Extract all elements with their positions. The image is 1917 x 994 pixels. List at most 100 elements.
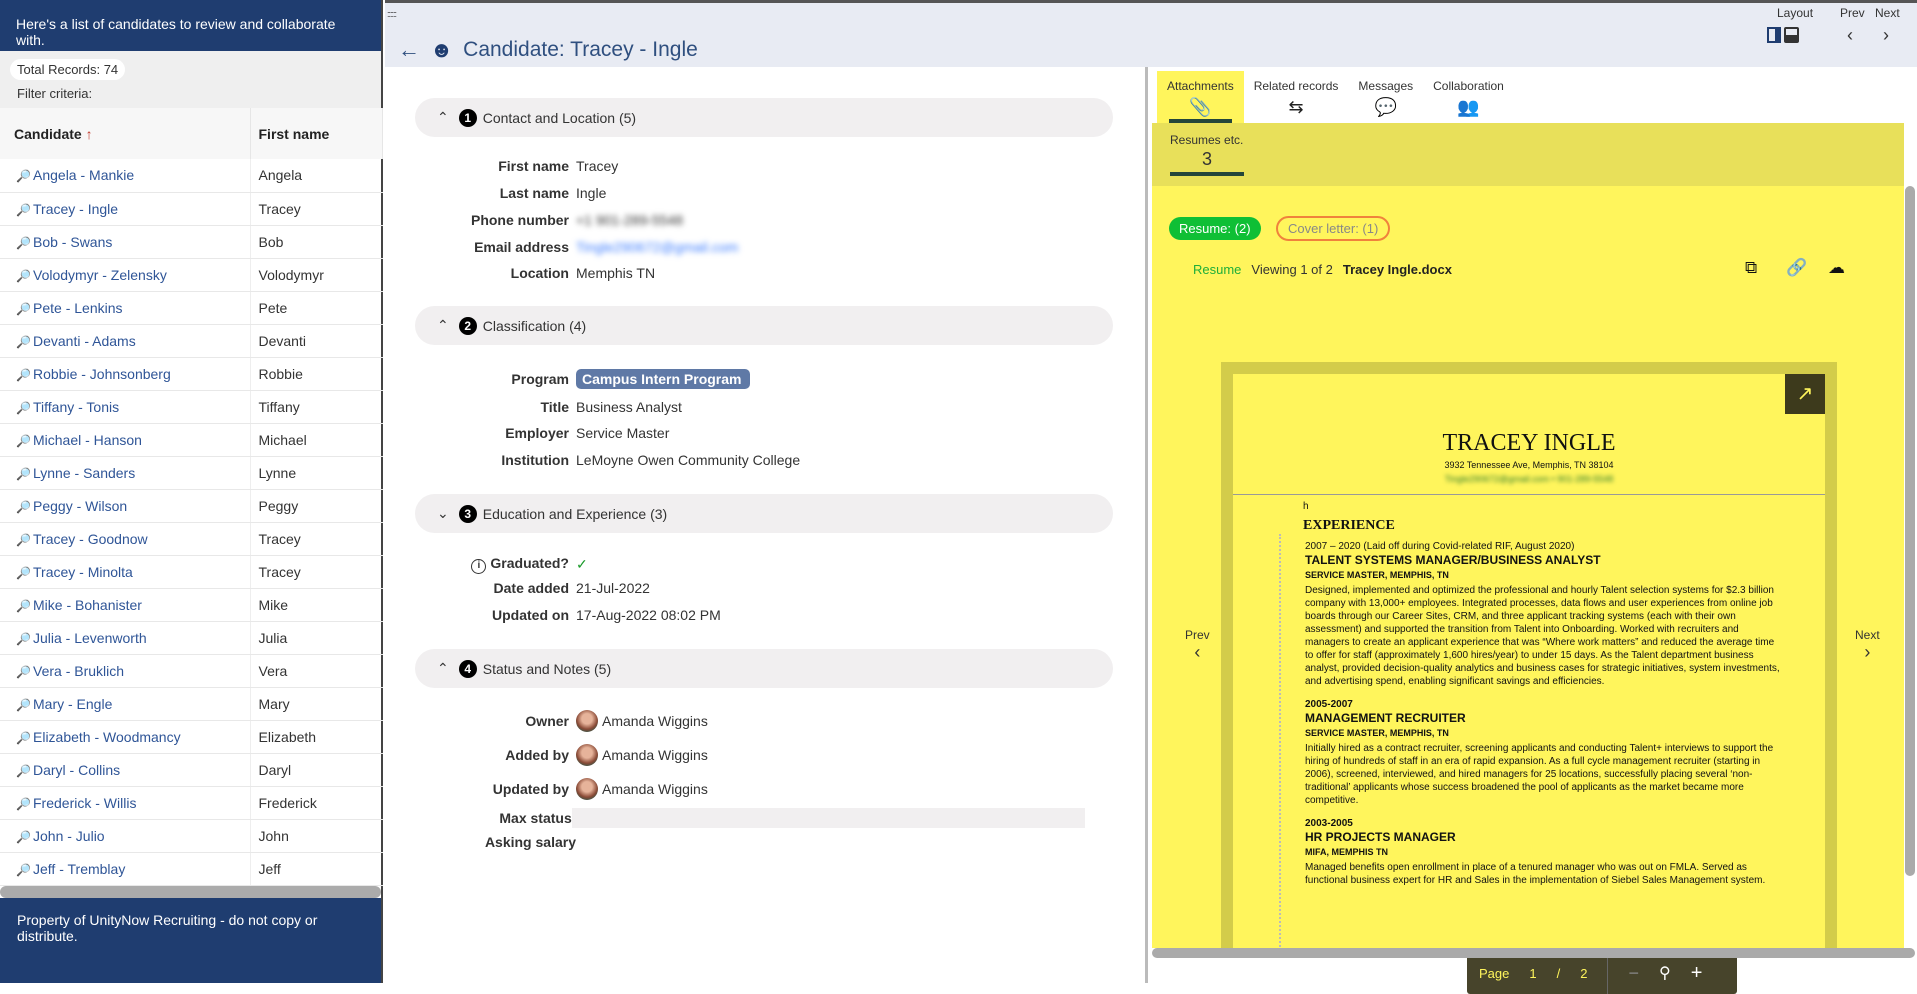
tab-attachments[interactable]: Attachments 📎 (1157, 71, 1244, 123)
table-row[interactable]: 🔎 Tracey - Minolta Tracey (0, 555, 383, 589)
tab-related-records[interactable]: Related records ⇆ (1244, 71, 1349, 123)
table-row[interactable]: 🔎 Mike - Bohanister Mike (0, 588, 383, 622)
tab-messages[interactable]: Messages 💬 (1348, 71, 1423, 123)
candidate-link[interactable]: 🔎 Tracey - Ingle (0, 192, 251, 226)
table-row[interactable]: 🔎 Jeff - Tremblay Jeff (0, 852, 383, 886)
candidate-link[interactable]: 🔎 Michael - Hanson (0, 423, 251, 457)
table-row[interactable]: 🔎 Daryl - Collins Daryl (0, 753, 383, 787)
candidate-link[interactable]: 🔎 Bob - Swans (0, 225, 251, 259)
expand-chevron-icon[interactable]: ⌄ (437, 505, 449, 522)
drag-handle-icon[interactable]: :::::: (387, 9, 397, 19)
candidate-link[interactable]: 🔎 Elizabeth - Woodmancy (0, 720, 251, 754)
added-by-label: Added by (505, 747, 569, 763)
table-row[interactable]: 🔎 Lynne - Sanders Lynne (0, 456, 383, 490)
column-header-candidate[interactable]: Candidate ↑ (0, 108, 251, 159)
email-link[interactable]: Tingle290672@gmail.com (576, 239, 738, 255)
candidate-link[interactable]: 🔎 Jeff - Tremblay (0, 852, 251, 886)
open-fullscreen-icon[interactable]: ↗ (1785, 374, 1825, 414)
prev-record-button[interactable]: ‹ (1847, 25, 1853, 46)
table-row[interactable]: 🔎 Robbie - Johnsonberg Robbie (0, 357, 383, 391)
info-icon[interactable]: i (471, 559, 487, 574)
updated-by-value[interactable]: Amanda Wiggins (602, 781, 708, 797)
last-name-value: Ingle (576, 185, 607, 201)
candidate-link[interactable]: 🔎 Tracey - Minolta (0, 555, 251, 589)
section-status-notes[interactable]: ⌃ 4 Status and Notes (5) (415, 649, 1113, 688)
next-record-button[interactable]: › (1883, 25, 1889, 46)
paperclip-icon: 📎 (1189, 97, 1212, 117)
resume-name: TRACEY INGLE (1442, 430, 1616, 456)
resume-filter-pill[interactable]: Resume: (2) (1169, 217, 1261, 240)
table-row[interactable]: 🔎 Mary - Engle Mary (0, 687, 383, 721)
collapse-chevron-icon[interactable]: ⌃ (437, 109, 449, 126)
chevron-left-icon: ‹ (1194, 642, 1201, 662)
first-name-value: Tracey (576, 158, 619, 174)
prev-attachment-button[interactable]: Prev ‹ (1185, 628, 1210, 663)
table-row[interactable]: 🔎 Volodymyr - Zelensky Volodymyr (0, 258, 383, 292)
first-name-cell: Elizabeth (250, 720, 383, 754)
section-contact-location[interactable]: ⌃ 1 Contact and Location (5) (415, 98, 1113, 137)
table-row[interactable]: 🔎 Frederick - Willis Frederick (0, 786, 383, 820)
candidate-link[interactable]: 🔎 Pete - Lenkins (0, 291, 251, 325)
column-header-first-name[interactable]: First name (250, 108, 383, 159)
program-chip[interactable]: Campus Intern Program (576, 369, 750, 389)
cloud-download-icon[interactable]: ☁ (1828, 258, 1845, 278)
table-row[interactable]: 🔎 Angela - Mankie Angela (0, 159, 383, 193)
table-row[interactable]: 🔎 Tracey - Goodnow Tracey (0, 522, 383, 556)
candidate-link[interactable]: 🔎 Peggy - Wilson (0, 489, 251, 523)
added-by-value[interactable]: Amanda Wiggins (602, 747, 708, 763)
candidate-link[interactable]: 🔎 Julia - Levenworth (0, 621, 251, 655)
horizontal-scrollbar[interactable] (1152, 948, 1915, 958)
layout-side-by-side-icon[interactable] (1767, 27, 1781, 43)
table-row[interactable]: 🔎 Julia - Levenworth Julia (0, 621, 383, 655)
tab-collaboration[interactable]: Collaboration 👥 (1423, 71, 1514, 123)
subtab-resumes[interactable]: Resumes etc. 3 (1152, 123, 1904, 186)
candidate-link[interactable]: 🔎 Lynne - Sanders (0, 456, 251, 490)
link-add-icon[interactable]: 🔗 (1786, 258, 1807, 278)
title-value: Business Analyst (576, 399, 682, 415)
candidate-link[interactable]: 🔎 John - Julio (0, 819, 251, 853)
candidate-link[interactable]: 🔎 Tiffany - Tonis (0, 390, 251, 424)
next-attachment-button[interactable]: Next › (1855, 628, 1880, 663)
document-viewer[interactable]: ↗ TRACEY INGLE 3932 Tennessee Ave, Memph… (1221, 362, 1837, 994)
section-education-experience[interactable]: ⌄ 3 Education and Experience (3) (415, 494, 1113, 533)
candidate-link[interactable]: 🔎 Mike - Bohanister (0, 588, 251, 622)
table-row[interactable]: 🔎 Elizabeth - Woodmancy Elizabeth (0, 720, 383, 754)
table-row[interactable]: 🔎 Bob - Swans Bob (0, 225, 383, 259)
resume-page: ↗ TRACEY INGLE 3932 Tennessee Ave, Memph… (1233, 374, 1825, 948)
current-page[interactable]: 1 (1529, 966, 1536, 981)
table-row[interactable]: 🔎 Tiffany - Tonis Tiffany (0, 390, 383, 424)
zoom-icon[interactable]: ⚲ (1659, 963, 1671, 983)
zoom-in-icon[interactable]: + (1691, 962, 1703, 985)
table-row[interactable]: 🔎 Peggy - Wilson Peggy (0, 489, 383, 523)
layout-stacked-icon[interactable] (1784, 27, 1799, 43)
collapse-chevron-icon[interactable]: ⌃ (437, 660, 449, 677)
candidate-link[interactable]: 🔎 Daryl - Collins (0, 753, 251, 787)
table-row[interactable]: 🔎 Vera - Bruklich Vera (0, 654, 383, 688)
candidate-link[interactable]: 🔎 Robbie - Johnsonberg (0, 357, 251, 391)
employer-label: Employer (505, 425, 569, 441)
candidate-link[interactable]: 🔎 Angela - Mankie (0, 159, 251, 193)
table-row[interactable]: 🔎 Pete - Lenkins Pete (0, 291, 383, 325)
open-external-icon[interactable]: ⧉ (1745, 258, 1757, 278)
zoom-out-icon[interactable]: − (1628, 963, 1639, 984)
candidate-link[interactable]: 🔎 Devanti - Adams (0, 324, 251, 358)
magnifier-icon: 🔎 (16, 499, 31, 514)
table-row[interactable]: 🔎 Tracey - Ingle Tracey (0, 192, 383, 226)
max-status-value (571, 808, 1085, 828)
candidate-link[interactable]: 🔎 Frederick - Willis (0, 786, 251, 820)
candidate-link[interactable]: 🔎 Vera - Bruklich (0, 654, 251, 688)
owner-value[interactable]: Amanda Wiggins (602, 713, 708, 729)
table-row[interactable]: 🔎 John - Julio John (0, 819, 383, 853)
back-arrow-icon[interactable]: ← (398, 37, 420, 63)
candidate-link[interactable]: 🔎 Volodymyr - Zelensky (0, 258, 251, 292)
table-row[interactable]: 🔎 Michael - Hanson Michael (0, 423, 383, 457)
section-classification[interactable]: ⌃ 2 Classification (4) (415, 306, 1113, 345)
horizontal-scrollbar[interactable] (0, 886, 381, 898)
collapse-chevron-icon[interactable]: ⌃ (437, 317, 449, 334)
cover-letter-filter-pill[interactable]: Cover letter: (1) (1276, 216, 1391, 241)
candidate-link[interactable]: 🔎 Tracey - Goodnow (0, 522, 251, 556)
vertical-scrollbar[interactable] (1905, 186, 1915, 876)
table-row[interactable]: 🔎 Devanti - Adams Devanti (0, 324, 383, 358)
candidate-link[interactable]: 🔎 Mary - Engle (0, 687, 251, 721)
first-name-cell: Robbie (250, 357, 383, 391)
